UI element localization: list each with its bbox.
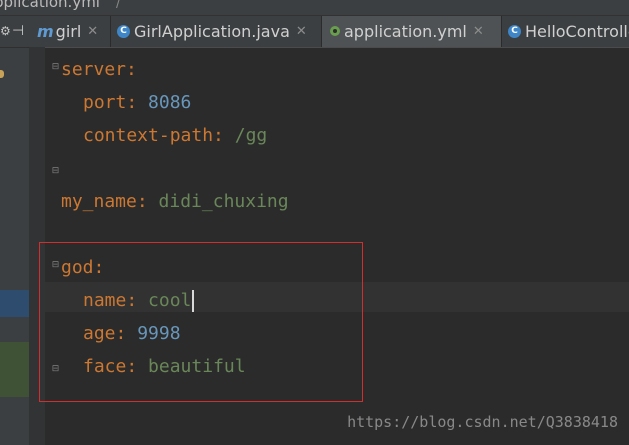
close-icon[interactable]: ✕	[473, 24, 484, 39]
watermark: https://blog.csdn.net/Q3838418	[347, 413, 618, 431]
editor-tab-bar: m girl ✕ C GirlApplication.java ✕ applic…	[31, 16, 629, 48]
breadcrumb-file[interactable]: pplication.yml	[0, 0, 100, 11]
module-icon: m	[37, 22, 54, 41]
project-tree-selected-row[interactable]	[0, 290, 29, 317]
tab-label: application.yml	[344, 22, 467, 41]
tab-hellocontroller[interactable]: C HelloControlle	[502, 16, 629, 47]
code-line[interactable]: my_name: didi_chuxing	[61, 185, 289, 218]
code-line[interactable]: context-path: /gg	[83, 119, 267, 152]
hide-panel-icon[interactable]: ⊣	[12, 23, 24, 39]
class-icon: C	[508, 25, 521, 38]
yaml-file-icon	[328, 25, 341, 38]
breadcrumb-bar: pplication.yml /	[0, 0, 629, 16]
settings-icon[interactable]: ⚙	[0, 24, 11, 38]
breadcrumb-separator: /	[116, 0, 121, 11]
close-icon[interactable]: ✕	[296, 24, 307, 39]
tab-label: GirlApplication.java	[134, 22, 290, 41]
code-line[interactable]: server:	[61, 53, 137, 86]
project-tool-panel: ⚙ ⊣	[0, 16, 31, 445]
class-icon: C	[117, 25, 130, 38]
fold-icon[interactable]: ⊟	[51, 63, 60, 72]
tab-label: HelloControlle	[525, 22, 629, 41]
tab-girlapplication-java[interactable]: C GirlApplication.java ✕	[111, 16, 322, 47]
close-icon[interactable]: ✕	[87, 24, 98, 39]
panel-marker	[0, 70, 4, 78]
tab-label: girl	[55, 22, 82, 41]
tab-girl[interactable]: m girl ✕	[31, 16, 111, 47]
highlight-box	[39, 242, 363, 402]
project-tree-row-highlight[interactable]	[0, 342, 29, 397]
project-panel-header: ⚙ ⊣	[0, 16, 31, 48]
code-line[interactable]: port: 8086	[83, 86, 191, 119]
tab-application-yml[interactable]: application.yml ✕	[322, 16, 502, 47]
fold-end-icon[interactable]: ⊟	[51, 167, 60, 176]
